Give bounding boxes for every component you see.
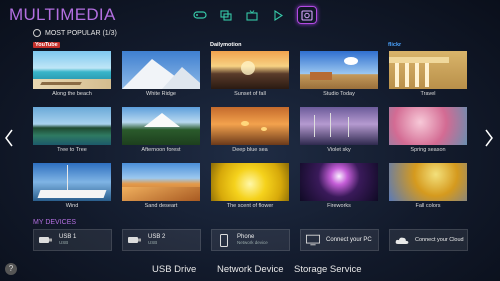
photos-icon[interactable] <box>213 6 239 24</box>
play-icon[interactable] <box>265 6 291 24</box>
my-devices-heading: MY DEVICES <box>33 219 77 226</box>
thumbnail-image <box>389 107 467 145</box>
dailymotion-logo: Dailymotion <box>210 42 242 48</box>
content-tile[interactable]: Studio Today <box>300 51 378 97</box>
content-tile[interactable]: Sand deseart <box>122 163 200 209</box>
content-tile[interactable]: Afternoon forest <box>122 107 200 153</box>
phone-icon <box>217 233 231 247</box>
tile-caption: Afternoon forest <box>141 147 181 153</box>
content-tile[interactable]: Spring season <box>389 107 467 153</box>
content-tile[interactable]: Travel <box>389 51 467 97</box>
section-heading: MOST POPULAR (1/3) <box>33 29 117 37</box>
cloud-icon <box>395 235 409 245</box>
thumbnail-image <box>33 163 111 201</box>
prev-page-arrow-icon[interactable] <box>4 128 14 154</box>
thumbnail-image <box>211 107 289 145</box>
gamepad-icon[interactable] <box>187 6 213 24</box>
next-page-arrow-icon[interactable] <box>484 128 494 154</box>
device-subtitle: USB <box>59 239 69 245</box>
help-button[interactable]: ? <box>5 263 17 275</box>
monitor-icon <box>306 234 320 246</box>
tile-caption: Fireworks <box>327 203 351 209</box>
tile-caption: White Ridge <box>146 91 176 97</box>
tile-caption: Violet sky <box>327 147 351 153</box>
top-navigation <box>187 6 317 24</box>
section-title: MOST POPULAR (1/3) <box>45 29 117 37</box>
content-tile[interactable]: The scent of flower <box>211 163 289 209</box>
thumbnail-image <box>33 107 111 145</box>
tile-caption: Deep blue sea <box>232 147 268 153</box>
thumbnail-image <box>122 163 200 201</box>
content-tile[interactable]: Violet sky <box>300 107 378 153</box>
content-tile[interactable]: White Ridge <box>122 51 200 97</box>
thumbnail-image <box>300 163 378 201</box>
tv-icon[interactable] <box>239 6 265 24</box>
tile-caption: Travel <box>420 91 436 97</box>
content-tile[interactable]: Fall colors <box>389 163 467 209</box>
tile-caption: Sand deseart <box>144 203 178 209</box>
content-tile[interactable]: Wind <box>33 163 111 209</box>
tile-caption: Sunset of fall <box>234 91 266 97</box>
device-usb1[interactable]: USB 1 USB <box>33 229 112 251</box>
content-tile[interactable]: Deep blue sea <box>211 107 289 153</box>
tile-caption: Wind <box>65 203 79 209</box>
device-usb2[interactable]: USB 2 USB <box>122 229 201 251</box>
multimedia-icon[interactable] <box>297 6 317 24</box>
device-name: Connect your Cloud <box>415 236 464 243</box>
thumbnail-image <box>300 51 378 89</box>
tile-caption: Along the beach <box>52 91 92 97</box>
flickr-logo: flickr <box>388 42 402 48</box>
nav-usb-drive[interactable]: USB Drive <box>152 264 196 275</box>
thumbnail-image <box>122 51 200 89</box>
tile-caption: Spring season <box>410 147 446 153</box>
content-tile[interactable]: Sunset of fall <box>211 51 289 97</box>
nav-network-device[interactable]: Network Device <box>217 264 284 275</box>
tile-caption: Tree to Tree <box>57 147 87 153</box>
device-connect-cloud[interactable]: Connect your Cloud <box>389 229 468 251</box>
refresh-icon[interactable] <box>33 29 41 37</box>
device-subtitle: Network device <box>237 239 268 245</box>
content-tile[interactable]: Tree to Tree <box>33 107 111 153</box>
nav-storage-service[interactable]: Storage Service <box>294 264 362 275</box>
thumbnail-image <box>389 163 467 201</box>
content-tile[interactable]: Along the beach <box>33 51 111 97</box>
app-title: MULTIMEDIA <box>9 5 116 24</box>
usb-drive-icon <box>39 235 53 245</box>
youtube-logo: YouTube <box>33 42 60 48</box>
content-tile[interactable]: Fireworks <box>300 163 378 209</box>
thumbnail-image <box>389 51 467 89</box>
thumbnail-image <box>211 163 289 201</box>
device-phone[interactable]: Phone Network device <box>211 229 290 251</box>
thumbnail-image <box>300 107 378 145</box>
thumbnail-image <box>122 107 200 145</box>
tile-caption: Fall colors <box>415 203 441 209</box>
device-connect-pc[interactable]: Connect your PC <box>300 229 379 251</box>
tile-caption: Studio Today <box>323 91 355 97</box>
thumbnail-image <box>211 51 289 89</box>
device-subtitle: USB <box>148 239 158 245</box>
tile-caption: The scent of flower <box>226 203 274 209</box>
usb-drive-icon <box>128 235 142 245</box>
thumbnail-image <box>33 51 111 89</box>
device-name: Connect your PC <box>326 236 372 243</box>
